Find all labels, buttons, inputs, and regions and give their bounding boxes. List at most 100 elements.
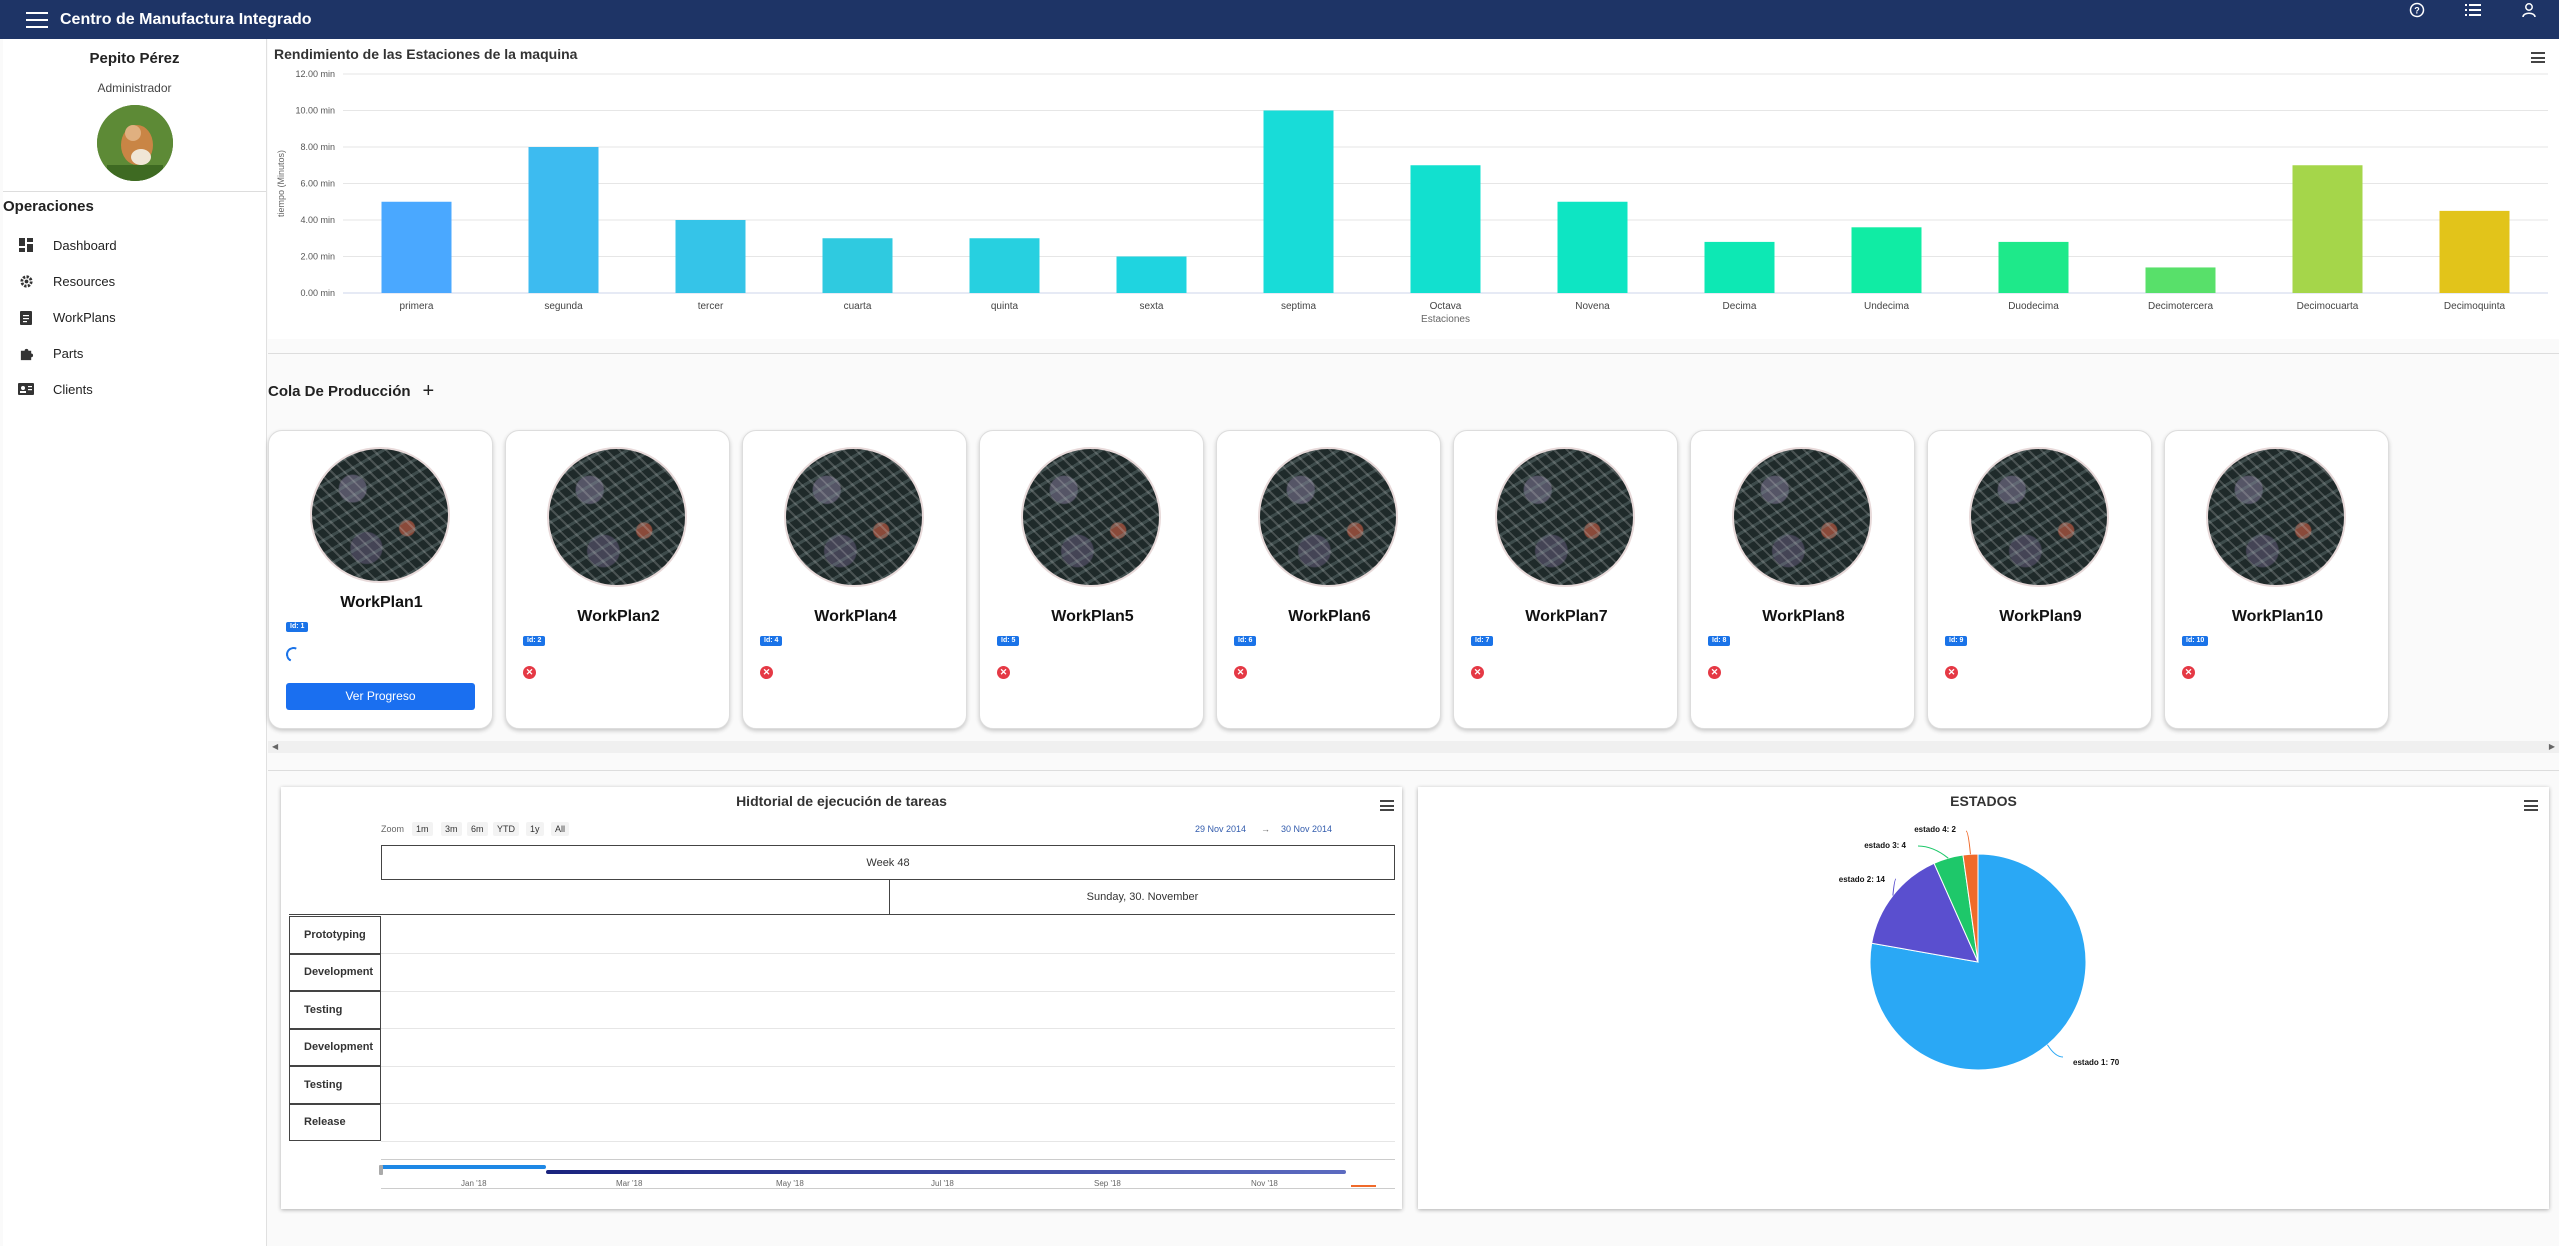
workplan-card[interactable]: WorkPlan7 Id: 7 ✕ — [1453, 430, 1678, 729]
x-tick-label: Decimotercera — [2148, 301, 2213, 312]
error-icon: ✕ — [1234, 666, 1247, 679]
pie-connector — [1965, 830, 1971, 855]
main-content: Rendimiento de las Estaciones de la maqu… — [268, 39, 2559, 1246]
menu-icon[interactable] — [26, 11, 48, 28]
queue-scrollbar[interactable]: ◀ ▶ — [268, 741, 2559, 753]
sidebar: Pepito Pérez Administrador Operaciones D… — [3, 39, 267, 1246]
workplan-card[interactable]: WorkPlan10 Id: 10 ✕ — [2164, 430, 2389, 729]
workplan-name: WorkPlan7 — [1525, 608, 1608, 625]
sidebar-item-dashboard[interactable]: Dashboard — [3, 227, 266, 263]
navigator-tick-label: Nov '18 — [1251, 1179, 1278, 1188]
x-tick-label: segunda — [544, 301, 583, 312]
scroll-left-icon[interactable]: ◀ — [272, 741, 278, 753]
y-axis-label: tiempo (Minutos) — [276, 150, 286, 217]
list-icon[interactable] — [2463, 0, 2483, 20]
scroll-right-icon[interactable]: ▶ — [2549, 741, 2555, 753]
queue-title: Cola De Producción — [268, 383, 411, 400]
workplan-image — [1258, 447, 1398, 587]
workplan-name: WorkPlan4 — [814, 608, 897, 625]
gantt-row-label: Testing — [289, 991, 381, 1029]
view-progress-button[interactable]: Ver Progreso — [286, 683, 475, 710]
gantt-row-label: Development — [289, 953, 381, 991]
workplan-image — [2206, 447, 2346, 587]
bar — [1410, 165, 1481, 293]
date-to-input[interactable]: 30 Nov 2014 — [1281, 824, 1332, 834]
navigator-tick-label: Jan '18 — [461, 1179, 487, 1188]
workplan-card[interactable]: WorkPlan1 Id: 1 Ver Progreso — [268, 430, 493, 729]
date-from-input[interactable]: 29 Nov 2014 — [1195, 824, 1246, 834]
error-icon: ✕ — [1471, 666, 1484, 679]
plus-icon[interactable]: + — [423, 380, 435, 403]
bar — [2292, 165, 2363, 293]
zoom-option-button[interactable]: All — [551, 822, 570, 836]
error-icon: ✕ — [1708, 666, 1721, 679]
workplan-name: WorkPlan9 — [1999, 608, 2082, 625]
workplan-card[interactable]: WorkPlan5 Id: 5 ✕ — [979, 430, 1204, 729]
zoom-option-button[interactable]: 3m — [441, 822, 462, 836]
bar — [1263, 110, 1334, 293]
workplan-image — [784, 447, 924, 587]
bar — [822, 238, 893, 293]
sidebar-divider — [3, 191, 266, 192]
y-tick-label: 8.00 min — [300, 142, 335, 152]
clipboard-icon — [17, 308, 35, 326]
navigator-tick-label: Jul '18 — [931, 1179, 954, 1188]
puzzle-icon — [17, 344, 35, 362]
sidebar-item-label: Dashboard — [53, 237, 117, 253]
section-divider — [268, 770, 2559, 771]
y-tick-label: 0.00 min — [300, 288, 335, 298]
sidebar-item-label: Resources — [53, 273, 116, 289]
sidebar-item-parts[interactable]: Parts — [3, 335, 266, 371]
navigator-handle[interactable] — [379, 1165, 383, 1175]
x-tick-label: septima — [1281, 301, 1316, 312]
workplan-id-badge: Id: 4 — [760, 636, 783, 646]
gantt-navigator[interactable] — [379, 1159, 1395, 1189]
help-circle-icon[interactable]: ? — [2407, 0, 2427, 20]
workplan-name: WorkPlan10 — [2231, 608, 2324, 625]
bar-chart: 0.00 min 2.00 min 4.00 min 6.00 min 8.00 min… — [276, 69, 2548, 325]
sidebar-section-title: Operaciones — [3, 198, 94, 215]
error-icon: ✕ — [2182, 666, 2195, 679]
error-icon: ✕ — [523, 666, 536, 679]
x-tick-label: primera — [400, 301, 434, 312]
pie-panel: ESTADOS estado 1: 70 estado 2: 14 estado 3… — [1418, 787, 2549, 1209]
sidebar-item-label: Clients — [53, 381, 93, 397]
workplan-image — [310, 447, 450, 583]
app-title: Centro de Manufactura Integrado — [60, 10, 312, 28]
user-role: Administrador — [97, 81, 172, 95]
workplan-card[interactable]: WorkPlan6 Id: 6 ✕ — [1216, 430, 1441, 729]
pie-data-label: estado 3: 4 — [1864, 841, 1906, 850]
zoom-option-button[interactable]: 6m — [467, 822, 488, 836]
workplan-image — [1021, 447, 1161, 587]
bar — [1557, 201, 1628, 293]
x-tick-label: sexta — [1140, 301, 1164, 312]
sidebar-item-clients[interactable]: Clients — [3, 371, 266, 407]
gantt-row-label: Release — [289, 1103, 381, 1141]
bar-chart-panel: Rendimiento de las Estaciones de la maqu… — [268, 39, 2559, 339]
gantt-row-line — [381, 953, 1395, 954]
pie-data-label: estado 4: 2 — [1914, 825, 1956, 834]
y-tick-label: 2.00 min — [300, 252, 335, 262]
x-tick-label: Decimoquinta — [2444, 301, 2506, 312]
sidebar-item-resources[interactable]: Resources — [3, 263, 266, 299]
sidebar-item-workplans[interactable]: WorkPlans — [3, 299, 266, 335]
error-icon: ✕ — [760, 666, 773, 679]
x-tick-label: Novena — [1575, 301, 1610, 312]
date-range-arrow: → — [1261, 824, 1270, 834]
workplan-image — [1495, 447, 1635, 587]
x-tick-label: Decima — [1723, 301, 1757, 312]
bar — [1704, 241, 1775, 293]
workplan-card[interactable]: WorkPlan2 Id: 2 ✕ — [505, 430, 730, 729]
workplan-card[interactable]: WorkPlan9 Id: 9 ✕ — [1927, 430, 2152, 729]
zoom-label: Zoom — [381, 824, 405, 834]
day-header: Sunday, 30. November — [1086, 891, 1199, 903]
zoom-option-button[interactable]: 1m — [412, 822, 433, 836]
bar — [381, 201, 452, 293]
workplan-card[interactable]: WorkPlan8 Id: 8 ✕ — [1690, 430, 1915, 729]
workplan-card[interactable]: WorkPlan4 Id: 4 ✕ — [742, 430, 967, 729]
gantt-row-label: Testing — [289, 1066, 381, 1104]
zoom-option-button[interactable]: 1y — [526, 822, 544, 836]
pie-data-label: estado 2: 14 — [1839, 875, 1886, 884]
zoom-option-button[interactable]: YTD — [493, 822, 519, 836]
account-icon[interactable] — [2519, 0, 2539, 20]
